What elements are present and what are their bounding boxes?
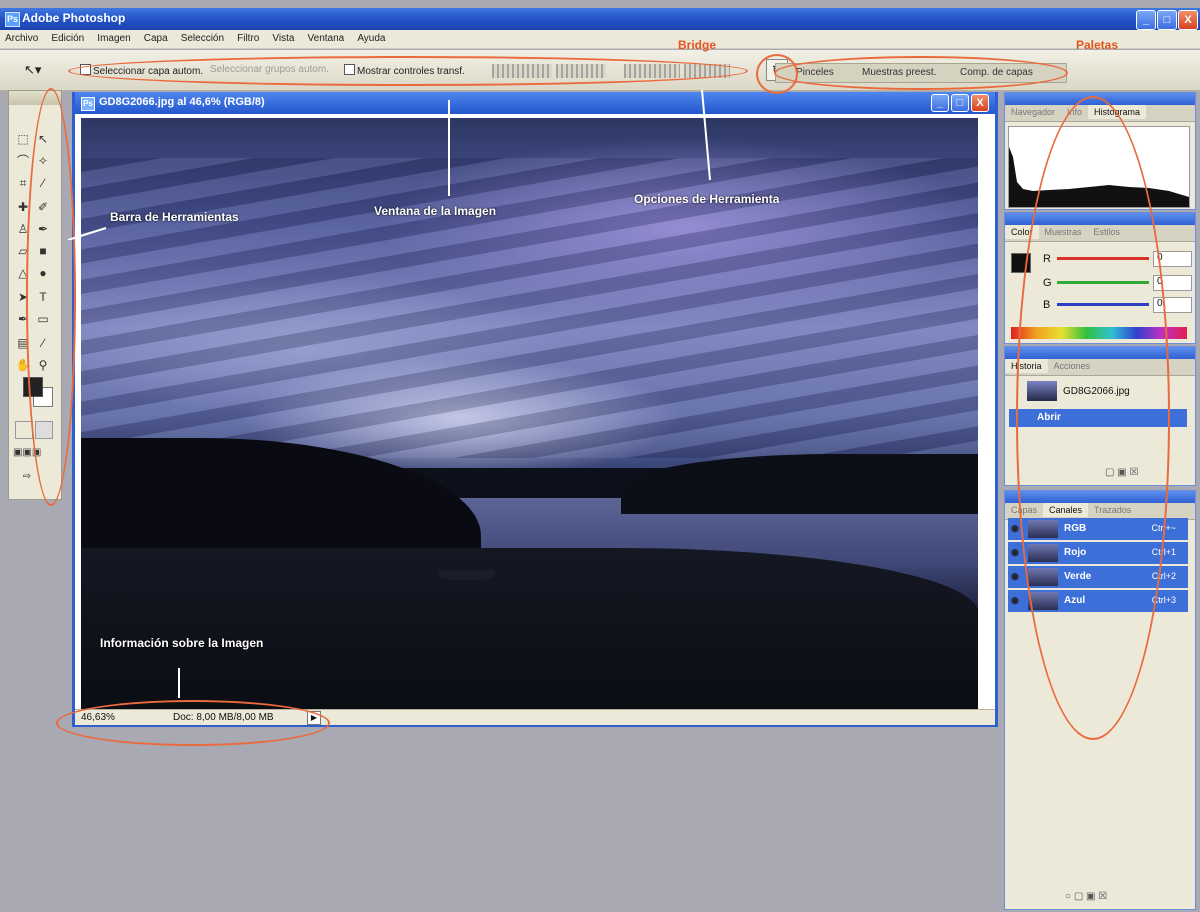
menu-capa[interactable]: Capa	[139, 30, 173, 44]
app-title-bar: Ps Adobe Photoshop _ □ X	[0, 8, 1200, 30]
photoshop-app-icon: Ps	[5, 12, 20, 27]
jump-to-imageready-icon[interactable]: ⇨	[19, 469, 35, 485]
visibility-eye-icon[interactable]: ◉	[1011, 571, 1019, 582]
doc-close-button[interactable]: X	[971, 94, 989, 112]
annotation-arrows-svg	[67, 89, 711, 240]
menu-filtro[interactable]: Filtro	[232, 30, 264, 44]
screen-mode-icons[interactable]: ▣▣▣	[13, 445, 41, 461]
close-button[interactable]: X	[1178, 10, 1198, 30]
menu-ventana[interactable]: Ventana	[303, 30, 350, 44]
palettes-highlight-oval	[1016, 96, 1170, 740]
palette-well-highlight-oval	[774, 56, 1068, 90]
menu-vista[interactable]: Vista	[267, 30, 299, 44]
image-shore	[81, 548, 978, 710]
doc-maximize-button[interactable]: □	[951, 94, 969, 112]
channels-footer-icons[interactable]: ○ ▢ ▣ ☒	[1065, 891, 1107, 902]
maximize-button[interactable]: □	[1157, 10, 1177, 30]
minimize-button[interactable]: _	[1136, 10, 1156, 30]
menu-bar: Archivo Edición Imagen Capa Selección Fi…	[0, 30, 1200, 49]
move-tool-icon[interactable]: ↖▾	[24, 62, 41, 78]
menu-seleccion[interactable]: Selección	[176, 30, 229, 44]
menu-edicion[interactable]: Edición	[46, 30, 89, 44]
marquee-tool-icon[interactable]: ⬚	[15, 131, 31, 147]
doc-minimize-button[interactable]: _	[931, 94, 949, 112]
visibility-eye-icon[interactable]: ◉	[1011, 595, 1019, 606]
annotation-bridge: Bridge	[678, 38, 717, 52]
visibility-eye-icon[interactable]: ◉	[1011, 523, 1019, 534]
menu-ayuda[interactable]: Ayuda	[352, 30, 390, 44]
lasso-tool-icon[interactable]: ⌒	[15, 153, 31, 169]
app-title: Adobe Photoshop	[22, 11, 126, 25]
visibility-eye-icon[interactable]: ◉	[1011, 547, 1019, 558]
tab-navegador[interactable]: Navegador	[1005, 105, 1061, 119]
image-boat	[439, 570, 495, 580]
menu-imagen[interactable]: Imagen	[92, 30, 135, 44]
status-bar-highlight-oval	[56, 700, 330, 746]
annotation-paletas: Paletas	[1076, 38, 1119, 52]
annotation-informacion-imagen: Información sobre la Imagen	[100, 636, 264, 650]
annotation-arrow-informacion	[178, 668, 180, 698]
menu-archivo[interactable]: Archivo	[0, 30, 43, 44]
